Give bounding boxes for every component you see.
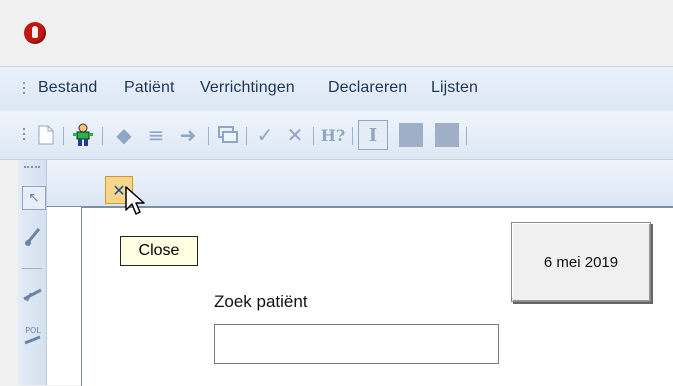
patient-icon[interactable] xyxy=(70,111,96,159)
windows-icon[interactable] xyxy=(216,111,240,159)
menu-item-lijsten[interactable]: Lijsten xyxy=(431,79,478,97)
menu-bar: Bestand Patiënt Verrichtingen Declareren… xyxy=(0,66,673,112)
menu-item-verrichtingen[interactable]: Verrichtingen xyxy=(200,79,295,97)
toolbar-separator xyxy=(352,127,353,145)
close-tooltip: Close xyxy=(120,236,198,266)
app-tooth-icon[interactable] xyxy=(24,22,46,44)
toolbar-separator xyxy=(466,127,467,145)
palette-separator xyxy=(22,268,42,269)
back-arrow-icon[interactable]: ◆ xyxy=(112,111,136,159)
title-bar xyxy=(0,0,673,66)
left-tool-palette: ↖ POL xyxy=(18,160,47,385)
square-icon[interactable] xyxy=(396,111,426,159)
list-icon[interactable]: ≡ xyxy=(144,111,168,159)
main-toolbar: ◆ ≡ ➜ ✓ ✕ H? I xyxy=(0,111,673,160)
menu-grip-icon[interactable] xyxy=(22,79,26,97)
toolbar-separator xyxy=(246,127,247,145)
text-cursor-icon[interactable]: I xyxy=(358,111,388,159)
pen-icon[interactable] xyxy=(22,226,44,248)
forward-arrow-icon[interactable]: ➜ xyxy=(176,111,200,159)
date-button[interactable]: 6 mei 2019 xyxy=(511,222,651,302)
pol-tool-icon[interactable]: POL xyxy=(22,324,44,346)
mouse-cursor-icon xyxy=(125,186,145,215)
search-label: Zoek patiënt xyxy=(214,292,308,311)
palette-grip-icon[interactable] xyxy=(24,166,40,170)
toolbar-separator xyxy=(63,127,64,145)
toolbar-separator xyxy=(102,127,103,145)
new-document-icon[interactable] xyxy=(34,111,58,159)
cross-icon[interactable]: ✕ xyxy=(282,111,308,159)
check-icon[interactable]: ✓ xyxy=(252,111,278,159)
help-icon[interactable]: H? xyxy=(318,111,348,159)
toolbar-separator xyxy=(313,127,314,145)
search-input[interactable] xyxy=(214,324,499,364)
square-icon[interactable] xyxy=(432,111,462,159)
menu-item-patient[interactable]: Patiënt xyxy=(124,79,175,97)
toolbar-grip-icon[interactable] xyxy=(22,125,26,143)
tooth-tool-icon[interactable] xyxy=(22,284,44,306)
menu-item-bestand[interactable]: Bestand xyxy=(38,79,97,97)
toolbar-separator xyxy=(208,127,209,145)
pol-tool-label: POL xyxy=(25,325,41,335)
pointer-icon[interactable]: ↖ xyxy=(22,186,46,210)
menu-item-declareren[interactable]: Declareren xyxy=(328,79,407,97)
